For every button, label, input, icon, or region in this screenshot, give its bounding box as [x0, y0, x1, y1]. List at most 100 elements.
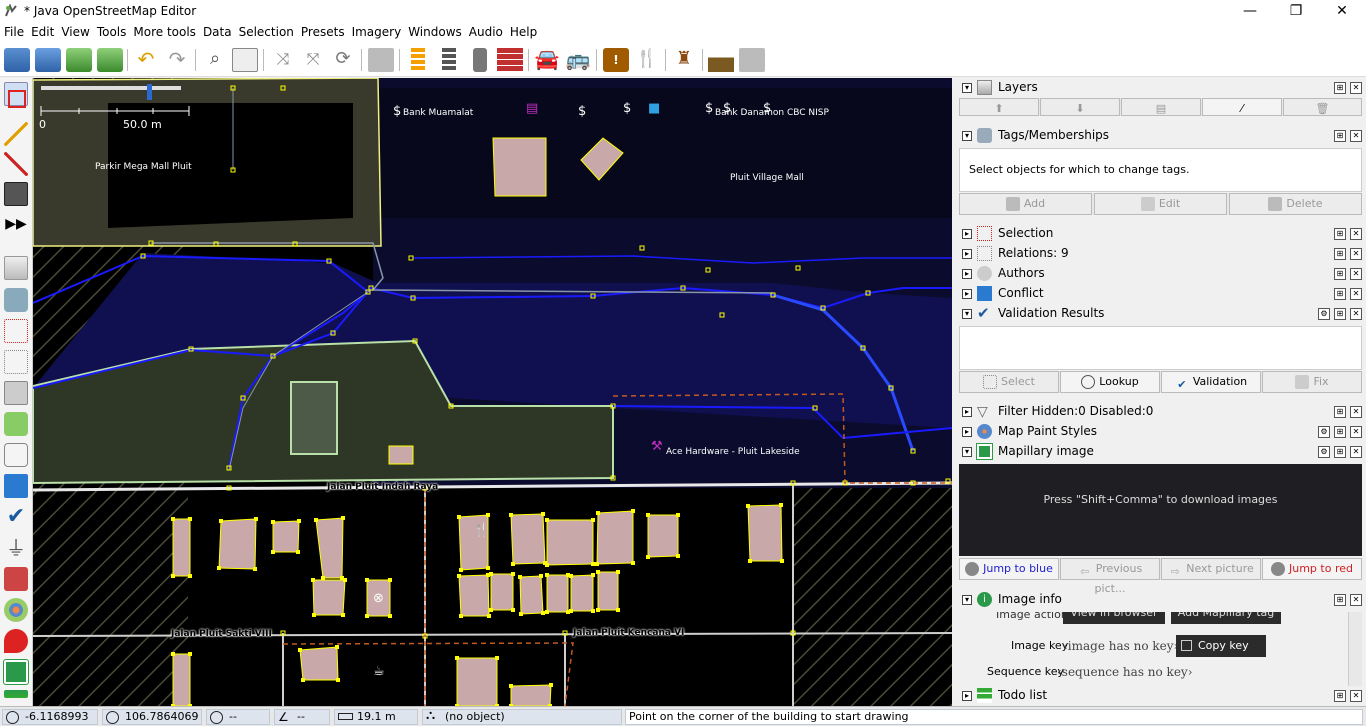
minimize-button[interactable]: —	[1227, 0, 1273, 23]
select-button[interactable]: Select	[959, 371, 1059, 393]
expand-icon[interactable]: ▸	[962, 229, 972, 239]
preset-restaurant-icon[interactable]: 🍴	[634, 48, 660, 72]
layers-panel-header[interactable]: ▾ Layers ⊞ ✕	[958, 78, 1366, 98]
lookup-button[interactable]: Lookup	[1060, 371, 1160, 393]
merge-button[interactable]: ▤	[1121, 98, 1201, 116]
imageinfo-panel-header[interactable]: ▾ i Image info ⊞ ✕	[958, 590, 1366, 610]
detach-icon[interactable]: ⊞	[1334, 82, 1346, 94]
filter-toggle-icon[interactable]: ⏚	[4, 536, 28, 560]
mapillary-toggle-icon[interactable]	[4, 629, 28, 653]
menu-windows[interactable]: Windows	[404, 23, 465, 43]
mapillary-image-area[interactable]: Press "Shift+Comma" to download images	[959, 464, 1362, 556]
close-panel-icon[interactable]: ✕	[1350, 130, 1362, 142]
validation-button[interactable]: ✔ Validation	[1161, 371, 1261, 393]
close-panel-icon[interactable]: ✕	[1350, 426, 1362, 438]
relations-toggle-icon[interactable]	[4, 350, 28, 374]
preset-car-icon[interactable]: 🚘	[534, 48, 560, 72]
redo-icon[interactable]: ↷	[164, 48, 190, 72]
mapillary-panel-header[interactable]: ▾ Mapillary image ⚙ ⊞ ✕	[958, 442, 1366, 462]
collapse-icon[interactable]: ▾	[962, 83, 972, 93]
undo-icon[interactable]: ↶	[133, 48, 159, 72]
close-panel-icon[interactable]: ✕	[1350, 308, 1362, 320]
preset-industry-icon[interactable]	[708, 48, 734, 72]
download-icon[interactable]	[35, 48, 61, 72]
menu-help[interactable]: Help	[506, 23, 540, 43]
zoom-mode-icon[interactable]	[4, 152, 28, 176]
map-canvas[interactable]: $ $ $ $ $ $▤ ■⚒🍴⊗☕	[33, 78, 952, 706]
combine-way-icon[interactable]: ⤨	[270, 48, 296, 72]
menu-audio[interactable]: Audio	[465, 23, 506, 43]
detach-icon[interactable]: ⊞	[1334, 288, 1346, 300]
detach-icon[interactable]: ⊞	[1334, 426, 1346, 438]
draw-mode-icon[interactable]	[4, 122, 28, 146]
close-panel-icon[interactable]: ✕	[1350, 268, 1362, 280]
detach-icon[interactable]: ⊞	[1334, 446, 1346, 458]
conflict-panel-header[interactable]: ▸ Conflict ⊞ ✕	[958, 284, 1366, 304]
move-up-button[interactable]: ⬆	[959, 98, 1039, 116]
conflict-toggle-icon[interactable]	[4, 412, 28, 436]
validation-results-area[interactable]	[959, 326, 1362, 370]
tags-toggle-icon[interactable]	[4, 288, 28, 312]
jump-red-button[interactable]: Jump to red	[1262, 558, 1362, 580]
close-panel-icon[interactable]: ✕	[1350, 594, 1362, 606]
preset-wall-icon[interactable]	[497, 48, 523, 72]
close-panel-icon[interactable]: ✕	[1350, 288, 1362, 300]
detach-icon[interactable]: ⊞	[1334, 228, 1346, 240]
view-in-browser-button[interactable]: View in browser	[1063, 612, 1165, 624]
image-info-toggle-icon[interactable]	[3, 659, 29, 685]
building-tool-icon[interactable]	[4, 182, 28, 206]
preset-shop-icon[interactable]: !	[603, 48, 629, 72]
upload-icon[interactable]	[97, 48, 123, 72]
activate-button[interactable]: ⁄	[1202, 98, 1282, 116]
relations-panel-header[interactable]: ▸ Relations: 9 ⊞ ✕	[958, 244, 1366, 264]
detach-icon[interactable]: ⊞	[1334, 690, 1346, 702]
history-toggle-icon[interactable]	[4, 443, 28, 467]
collapse-icon[interactable]: ▾	[962, 595, 972, 605]
menu-presets[interactable]: Presets	[297, 23, 348, 43]
layers-toggle-icon[interactable]	[4, 256, 28, 280]
selection-toggle-icon[interactable]	[4, 319, 28, 343]
imageinfo-scrollbar[interactable]	[1348, 612, 1362, 686]
open-icon[interactable]	[4, 48, 30, 72]
next-picture-button[interactable]: ⇨ Next picture	[1161, 558, 1261, 580]
copy-key-button[interactable]: Copy key	[1176, 635, 1266, 657]
menu-data[interactable]: Data	[199, 23, 235, 43]
close-button[interactable]: ✕	[1319, 0, 1365, 23]
add-tag-button[interactable]: Add	[959, 193, 1092, 215]
delete-tag-button[interactable]: Delete	[1229, 193, 1362, 215]
filter-panel-header[interactable]: ▸ ▽ Filter Hidden:0 Disabled:0 ⊞ ✕	[958, 402, 1366, 422]
previous-picture-button[interactable]: ⇦ Previous pict...	[1060, 558, 1160, 595]
todo-list-toggle-icon[interactable]	[4, 690, 28, 698]
expand-icon[interactable]: ▸	[962, 289, 972, 299]
refresh-icon[interactable]: ⟳	[330, 48, 356, 72]
settings-icon[interactable]: ⚙	[1318, 426, 1330, 438]
delete-layer-button[interactable]: 🗑	[1283, 98, 1362, 116]
close-panel-icon[interactable]: ✕	[1350, 406, 1362, 418]
preferences-icon[interactable]	[232, 48, 258, 72]
preset-bus-icon[interactable]: 🚌	[565, 48, 591, 72]
todo-toggle-icon[interactable]	[4, 567, 28, 591]
close-panel-icon[interactable]: ✕	[1350, 446, 1362, 458]
menu-selection[interactable]: Selection	[235, 23, 297, 43]
detach-icon[interactable]: ⊞	[1334, 406, 1346, 418]
selection-panel-header[interactable]: ▸ Selection ⊞ ✕	[958, 224, 1366, 244]
menu-tools[interactable]: Tools	[93, 23, 130, 43]
authors-panel-header[interactable]: ▸ Authors ⊞ ✕	[958, 264, 1366, 284]
jump-blue-button[interactable]: Jump to blue	[959, 558, 1059, 580]
more-tools-icon[interactable]: ▶▶	[4, 212, 28, 236]
split-way-icon[interactable]: ⤧	[300, 48, 326, 72]
mappaint-panel-header[interactable]: ▸ Map Paint Styles ⚙ ⊞ ✕	[958, 422, 1366, 442]
add-mapillary-tag-button[interactable]: Add Mapillary tag	[1171, 612, 1281, 624]
map-view[interactable]: $ $ $ $ $ $ ▤ ■ ⚒ 🍴 ⊗ ☕ 0 50.0 m Parkir Mega Mall P…	[33, 78, 952, 706]
tags-panel-header[interactable]: ▾ Tags/Memberships ⊞ ✕	[958, 126, 1366, 146]
detach-icon[interactable]: ⊞	[1334, 130, 1346, 142]
detach-icon[interactable]: ⊞	[1334, 268, 1346, 280]
settings-icon[interactable]: ⚙	[1318, 308, 1330, 320]
detach-icon[interactable]: ⊞	[1334, 248, 1346, 260]
validation-panel-header[interactable]: ▾ ✔ Validation Results ⚙ ⊞ ✕	[958, 304, 1366, 324]
close-panel-icon[interactable]: ✕	[1350, 690, 1362, 702]
expand-icon[interactable]: ▸	[962, 691, 972, 701]
detach-icon[interactable]: ⊞	[1334, 308, 1346, 320]
authors-toggle-icon[interactable]	[4, 381, 28, 405]
expand-icon[interactable]: ▸	[962, 407, 972, 417]
